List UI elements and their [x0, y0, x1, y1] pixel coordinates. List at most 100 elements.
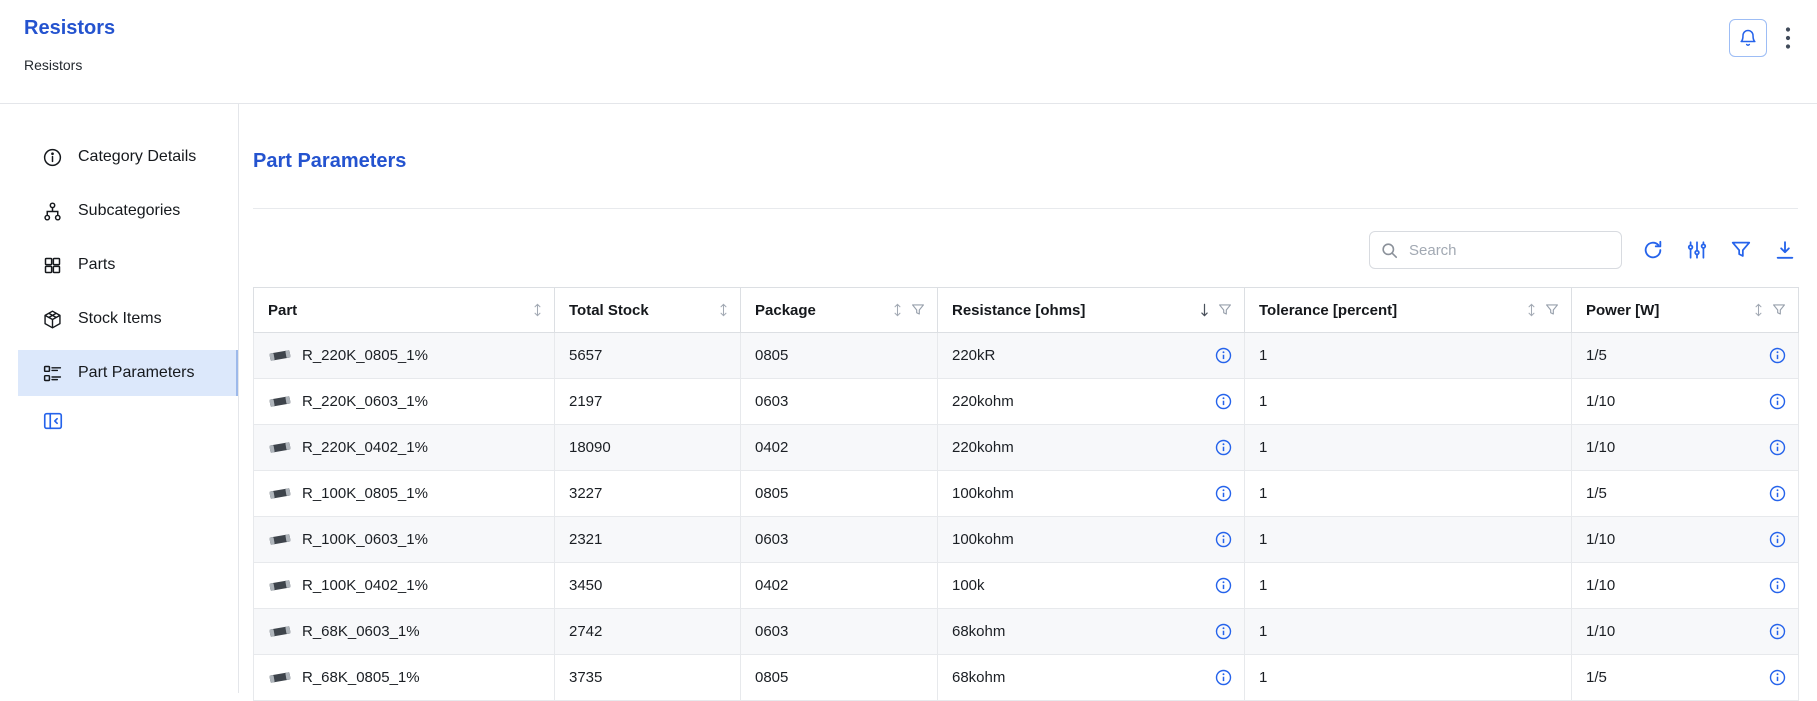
- column-header-package[interactable]: Package: [741, 288, 938, 333]
- row-info-button[interactable]: [1215, 623, 1232, 640]
- part-name: R_100K_0805_1%: [302, 485, 428, 502]
- sliders-icon: [1686, 239, 1708, 261]
- table-row[interactable]: R_100K_0402_1%34500402100k11/10: [254, 563, 1799, 609]
- column-header-resistance[interactable]: Resistance [ohms]: [938, 288, 1245, 333]
- part-thumbnail-icon: [268, 532, 292, 547]
- resistance-value: 68kohm: [952, 669, 1005, 686]
- power-value: 1/10: [1586, 531, 1615, 548]
- resistance-value: 220kohm: [952, 393, 1014, 410]
- cell-power: 1/10: [1572, 517, 1799, 563]
- cell-tolerance: 1: [1245, 655, 1572, 701]
- part-thumbnail-icon: [268, 486, 292, 501]
- row-info-button[interactable]: [1215, 347, 1232, 364]
- row-info-button[interactable]: [1769, 623, 1786, 640]
- sidebar-item-parts[interactable]: Parts: [18, 242, 238, 288]
- resistance-value: 100k: [952, 577, 985, 594]
- cell-tolerance: 1: [1245, 563, 1572, 609]
- filter-button[interactable]: [1728, 237, 1754, 263]
- table-row[interactable]: R_100K_0603_1%23210603100kohm11/10: [254, 517, 1799, 563]
- row-info-button[interactable]: [1769, 669, 1786, 686]
- download-icon: [1774, 239, 1796, 261]
- table-row[interactable]: R_68K_0805_1%3735080568kohm11/5: [254, 655, 1799, 701]
- column-filter-icon[interactable]: [1772, 303, 1786, 317]
- cell-power: 1/10: [1572, 425, 1799, 471]
- cell-package: 0805: [741, 333, 938, 379]
- row-info-button[interactable]: [1215, 669, 1232, 686]
- body: Category Details Subcategories Parts Stock …: [0, 104, 1817, 693]
- row-info-button[interactable]: [1215, 577, 1232, 594]
- resistance-value: 220kohm: [952, 439, 1014, 456]
- row-info-button[interactable]: [1769, 485, 1786, 502]
- column-filter-icon[interactable]: [1545, 303, 1559, 317]
- cell-part: R_100K_0805_1%: [254, 471, 555, 517]
- column-label: Power [W]: [1586, 302, 1659, 319]
- sidebar-item-label: Subcategories: [78, 202, 180, 220]
- table-row[interactable]: R_220K_0603_1%21970603220kohm11/10: [254, 379, 1799, 425]
- sidebar-item-part-parameters[interactable]: Part Parameters: [18, 350, 238, 396]
- cell-part: R_220K_0805_1%: [254, 333, 555, 379]
- info-icon: [1215, 577, 1232, 594]
- table-row[interactable]: R_100K_0805_1%32270805100kohm11/5: [254, 471, 1799, 517]
- sort-icon: [893, 303, 902, 317]
- sidebar-item-stock-items[interactable]: Stock Items: [18, 296, 238, 342]
- column-header-power[interactable]: Power [W]: [1572, 288, 1799, 333]
- table-row[interactable]: R_68K_0603_1%2742060368kohm11/10: [254, 609, 1799, 655]
- cell-tolerance: 1: [1245, 333, 1572, 379]
- collapse-sidebar-button[interactable]: [40, 408, 66, 434]
- column-header-tolerance[interactable]: Tolerance [percent]: [1245, 288, 1572, 333]
- column-header-part[interactable]: Part: [254, 288, 555, 333]
- table-body: R_220K_0805_1%56570805220kR11/5R_220K_06…: [254, 333, 1799, 701]
- download-button[interactable]: [1772, 237, 1798, 263]
- sort-desc-icon: [1200, 303, 1209, 317]
- part-name: R_68K_0603_1%: [302, 623, 420, 640]
- sidebar-item-category-details[interactable]: Category Details: [18, 134, 238, 180]
- column-filter-icon[interactable]: [911, 303, 925, 317]
- cell-power: 1/10: [1572, 609, 1799, 655]
- cell-resistance: 220kohm: [938, 379, 1245, 425]
- row-info-button[interactable]: [1215, 393, 1232, 410]
- row-info-button[interactable]: [1215, 485, 1232, 502]
- search-input[interactable]: [1407, 241, 1611, 260]
- cell-part: R_220K_0603_1%: [254, 379, 555, 425]
- row-info-button[interactable]: [1215, 439, 1232, 456]
- overflow-menu-button[interactable]: [1783, 22, 1793, 54]
- row-info-button[interactable]: [1769, 347, 1786, 364]
- row-info-button[interactable]: [1769, 531, 1786, 548]
- notifications-button[interactable]: [1729, 19, 1767, 57]
- row-info-button[interactable]: [1769, 393, 1786, 410]
- grid-icon: [42, 255, 63, 276]
- kebab-icon: [1785, 26, 1791, 50]
- cell-package: 0603: [741, 379, 938, 425]
- power-value: 1/10: [1586, 393, 1615, 410]
- table-row[interactable]: R_220K_0805_1%56570805220kR11/5: [254, 333, 1799, 379]
- search-box: [1369, 231, 1622, 269]
- info-icon: [1769, 577, 1786, 594]
- table-header-row: PartTotal StockPackageResistance [ohms]T…: [254, 288, 1799, 333]
- row-info-button[interactable]: [1769, 439, 1786, 456]
- breadcrumb[interactable]: Resistors: [24, 57, 115, 73]
- cell-part: R_220K_0402_1%: [254, 425, 555, 471]
- header-left: Resistors Resistors: [24, 17, 115, 73]
- power-value: 1/5: [1586, 347, 1607, 364]
- table-settings-button[interactable]: [1684, 237, 1710, 263]
- sidebar-item-subcategories[interactable]: Subcategories: [18, 188, 238, 234]
- table-row[interactable]: R_220K_0402_1%180900402220kohm11/10: [254, 425, 1799, 471]
- bell-icon: [1738, 28, 1758, 48]
- cell-resistance: 68kohm: [938, 609, 1245, 655]
- cell-power: 1/10: [1572, 563, 1799, 609]
- cell-part: R_100K_0402_1%: [254, 563, 555, 609]
- cell-part: R_100K_0603_1%: [254, 517, 555, 563]
- refresh-icon: [1642, 239, 1664, 261]
- row-info-button[interactable]: [1769, 577, 1786, 594]
- resistance-value: 100kohm: [952, 485, 1014, 502]
- refresh-button[interactable]: [1640, 237, 1666, 263]
- info-icon: [1215, 623, 1232, 640]
- info-icon: [1769, 485, 1786, 502]
- cell-part: R_68K_0603_1%: [254, 609, 555, 655]
- resistance-value: 220kR: [952, 347, 995, 364]
- cell-package: 0805: [741, 471, 938, 517]
- row-info-button[interactable]: [1215, 531, 1232, 548]
- column-header-total_stock[interactable]: Total Stock: [555, 288, 741, 333]
- sort-icon: [1754, 303, 1763, 317]
- column-filter-icon[interactable]: [1218, 303, 1232, 317]
